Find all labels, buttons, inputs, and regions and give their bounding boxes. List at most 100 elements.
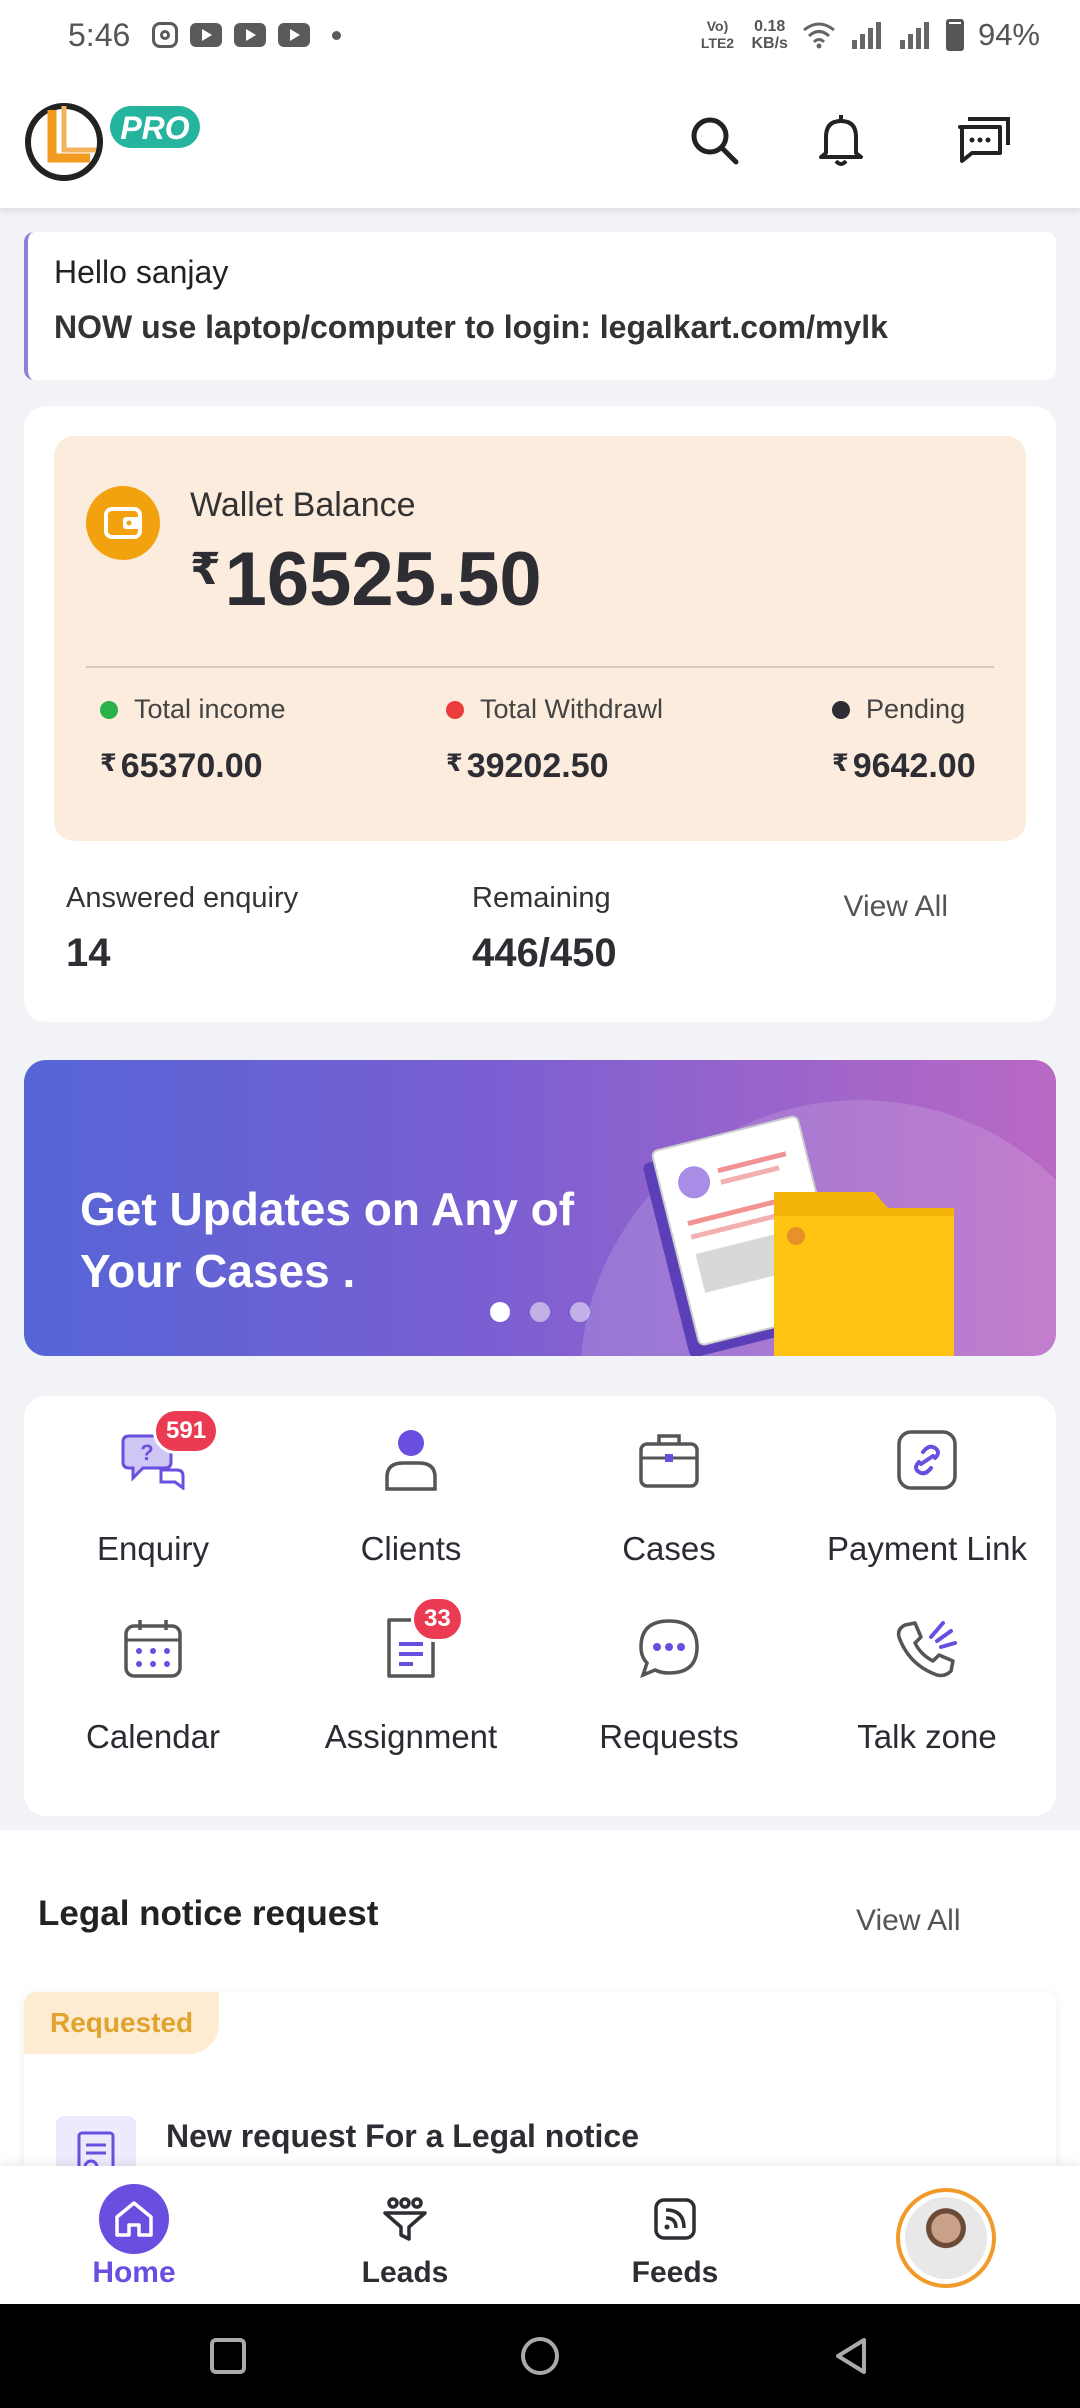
search-button[interactable]: [684, 110, 744, 170]
grid-item-calendar[interactable]: Calendar: [24, 1584, 282, 1764]
pending-label: Pending: [866, 694, 966, 724]
legal-notice-item-title: New request For a Legal notice: [166, 2118, 639, 2154]
svg-text:?: ?: [140, 1440, 153, 1465]
grid-item-requests[interactable]: Requests: [540, 1584, 798, 1764]
wifi-icon: [803, 22, 835, 49]
greeting-hello: Hello sanjay: [54, 254, 229, 290]
wallet-icon: [86, 486, 160, 560]
profile-avatar[interactable]: [896, 2188, 996, 2288]
signal-icon: [899, 22, 929, 49]
briefcase-icon: [629, 1420, 709, 1500]
back-button[interactable]: [828, 2332, 876, 2380]
remaining-value: 446/450: [472, 931, 617, 975]
documents-folder-illustration: [643, 1115, 954, 1356]
assignment-icon: 33: [371, 1596, 464, 1688]
youtube-icon: [234, 23, 267, 47]
pending-stat: Pending ₹9642.00: [832, 694, 976, 786]
nav-home-label: Home: [92, 2256, 176, 2289]
calendar-icon: [113, 1608, 193, 1688]
system-navigation-bar: [0, 2304, 1080, 2408]
grid-label: Assignment: [324, 1718, 498, 1755]
home-system-button[interactable]: [516, 2332, 564, 2380]
more-notifications-dot: [332, 30, 342, 40]
grid-item-clients[interactable]: Clients: [282, 1396, 540, 1576]
funnel-icon: [370, 2184, 440, 2254]
bottom-navigation: Home Leads Feeds: [0, 2166, 1080, 2304]
red-dot-icon: [446, 700, 464, 719]
pending-value: 9642.00: [852, 747, 976, 785]
logo-pro-badge: PRO: [120, 110, 189, 146]
total-withdrawl-value: 39202.50: [466, 747, 609, 785]
app-logo[interactable]: PRO: [24, 96, 204, 188]
recents-button[interactable]: [204, 2332, 252, 2380]
youtube-icon: [278, 23, 311, 47]
currency-symbol: ₹: [832, 750, 849, 777]
total-withdrawl-label: Total Withdrawl: [480, 694, 664, 724]
answered-enquiry-label: Answered enquiry: [66, 882, 299, 914]
nav-leads[interactable]: Leads: [305, 2166, 505, 2304]
data-speed-value: 0.18: [754, 18, 786, 35]
grid-item-enquiry[interactable]: ? 591 Enquiry: [24, 1396, 282, 1576]
grid-label: Enquiry: [97, 1530, 209, 1567]
currency-symbol: ₹: [100, 750, 117, 777]
grid-label: Talk zone: [857, 1718, 997, 1755]
remaining-enquiry: Remaining 446/450: [472, 882, 617, 976]
requests-icon: [629, 1608, 709, 1688]
carousel-dot[interactable]: [570, 1302, 590, 1322]
battery-percent: 94%: [977, 17, 1040, 52]
login-notice: NOW use laptop/computer to login: legalk…: [54, 309, 888, 345]
phone-icon: [887, 1608, 967, 1688]
bell-icon: [819, 115, 863, 166]
quick-actions-grid: ? 591 Enquiry Clients Cases Payment Link…: [24, 1396, 1056, 1816]
grid-label: Requests: [599, 1718, 739, 1755]
grid-item-assignment[interactable]: 33 Assignment: [282, 1584, 540, 1764]
home-icon: [99, 2184, 169, 2254]
wallet-balance: ₹16525.50: [190, 536, 542, 623]
nav-home[interactable]: Home: [34, 2166, 234, 2304]
promo-banner[interactable]: Get Updates on Any of Your Cases .: [24, 1060, 1056, 1356]
nav-feeds-label: Feeds: [631, 2256, 719, 2289]
currency-symbol: ₹: [446, 750, 463, 777]
chat-icon: [958, 117, 1010, 163]
wallet-card: Wallet Balance ₹16525.50 Total income ₹6…: [24, 406, 1056, 1022]
wallet-balance-panel[interactable]: Wallet Balance ₹16525.50 Total income ₹6…: [54, 436, 1026, 841]
search-icon: [691, 117, 739, 165]
total-withdrawl-stat: Total Withdrawl ₹39202.50: [446, 694, 663, 786]
nav-feeds[interactable]: Feeds: [575, 2166, 775, 2304]
app-header: PRO: [0, 70, 1080, 208]
assignment-count-badge: 33: [411, 1596, 464, 1642]
enquiry-view-all-link[interactable]: View All: [843, 890, 948, 924]
grid-item-payment-link[interactable]: Payment Link: [798, 1396, 1056, 1576]
answered-enquiry: Answered enquiry 14: [66, 882, 298, 976]
legal-notice-view-all-link[interactable]: View All: [856, 1904, 961, 1938]
battery-icon: [945, 19, 964, 51]
carousel-indicator: [490, 1302, 590, 1322]
currency-symbol: ₹: [190, 545, 221, 594]
legal-notice-card[interactable]: Requested New request For a Legal notice: [24, 1992, 1056, 2192]
grid-label: Clients: [360, 1530, 462, 1567]
notifications-button[interactable]: [811, 110, 871, 170]
carousel-dot[interactable]: [530, 1302, 550, 1322]
profile-photo: [905, 2197, 987, 2279]
total-income-value: 65370.00: [120, 747, 263, 785]
signal-icon: [851, 22, 881, 49]
black-dot-icon: [832, 700, 850, 719]
feeds-icon: [640, 2184, 710, 2254]
grid-item-talk-zone[interactable]: Talk zone: [798, 1584, 1056, 1764]
divider: [86, 666, 994, 668]
data-speed: 0.18 KB/s: [752, 18, 788, 52]
status-badge: Requested: [24, 1992, 220, 2054]
answered-enquiry-value: 14: [66, 931, 111, 975]
youtube-icon: [190, 23, 223, 47]
grid-item-cases[interactable]: Cases: [540, 1396, 798, 1576]
clients-icon: [371, 1420, 451, 1500]
enquiry-icon: ? 591: [113, 1408, 220, 1500]
enquiry-count-badge: 591: [153, 1408, 220, 1454]
green-dot-icon: [100, 700, 118, 719]
carousel-dot[interactable]: [490, 1302, 510, 1322]
wallet-title: Wallet Balance: [190, 486, 416, 524]
messages-button[interactable]: [954, 110, 1014, 170]
legal-notice-title: Legal notice request: [38, 1894, 379, 1933]
nav-leads-label: Leads: [361, 2256, 449, 2289]
remaining-label: Remaining: [472, 882, 611, 914]
